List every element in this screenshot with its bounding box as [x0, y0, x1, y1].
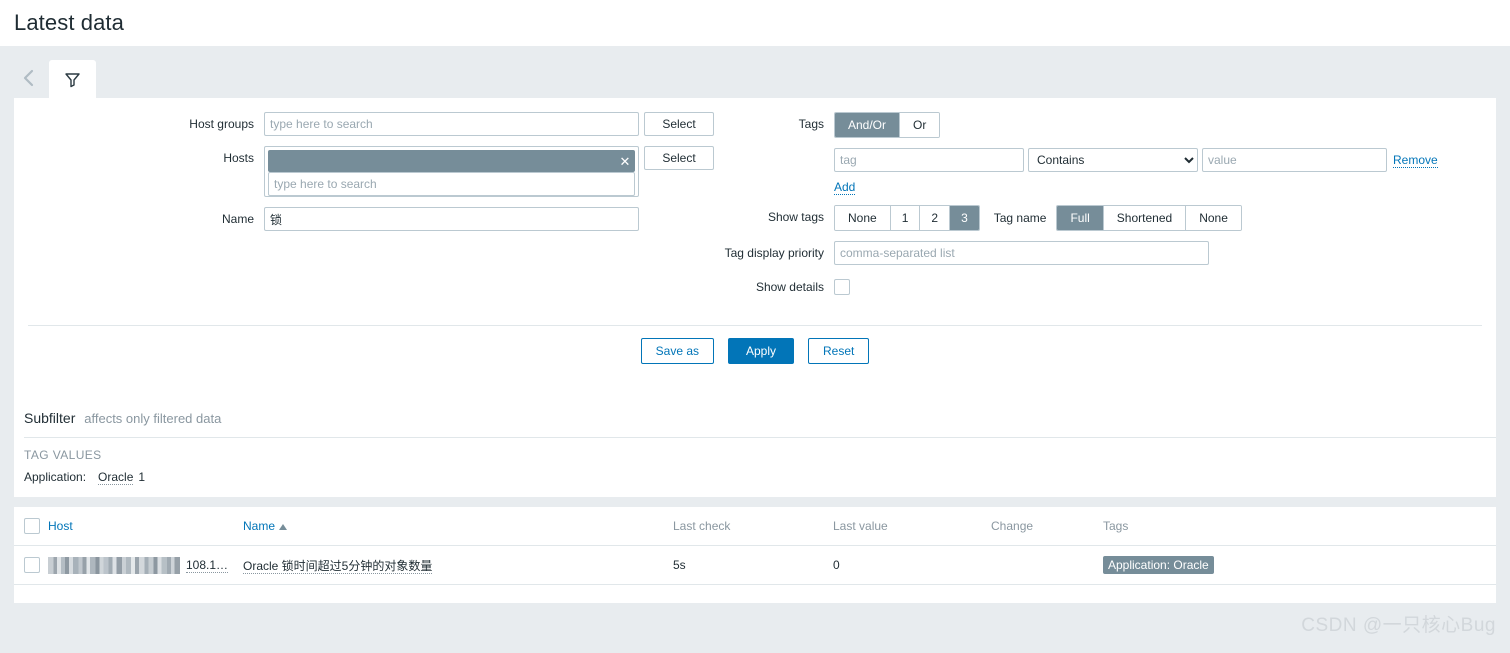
- show-tags-segmented[interactable]: None 1 2 3: [834, 205, 980, 231]
- row-select-cell: [14, 545, 48, 585]
- tag-name-input[interactable]: [834, 148, 1024, 172]
- row-host-link[interactable]: 108.1…: [186, 558, 229, 573]
- hosts-input[interactable]: [268, 172, 635, 196]
- tag-display-priority-label: Tag display priority: [724, 246, 824, 260]
- tag-operator-select[interactable]: Contains: [1028, 148, 1198, 172]
- tag-name-option-none[interactable]: None: [1186, 206, 1241, 230]
- column-header-change: Change: [991, 507, 1103, 546]
- show-tags-group: None 1 2 3 Tag name Full Shortened None: [834, 205, 1242, 231]
- show-tags-option-3[interactable]: 3: [950, 206, 979, 230]
- tag-add-link[interactable]: Add: [834, 180, 856, 195]
- funnel-icon: [64, 71, 81, 88]
- subfilter-note: affects only filtered data: [84, 411, 222, 426]
- show-tags-option-none[interactable]: None: [835, 206, 891, 230]
- show-details-label: Show details: [755, 280, 824, 294]
- field-show-details: Show details: [724, 275, 1496, 299]
- status-badge[interactable]: Application: Oracle: [1103, 556, 1214, 574]
- column-header-name[interactable]: Name: [243, 507, 673, 546]
- select-all-header: [14, 507, 48, 546]
- row-last-value: 0: [833, 545, 991, 585]
- row-host-cell: 108.1…: [48, 545, 243, 585]
- hosts-label: Hosts: [223, 151, 254, 165]
- subfilter-section: Subfilter affects only filtered data TAG…: [14, 398, 1496, 497]
- tag-name-segmented[interactable]: Full Shortened None: [1056, 205, 1242, 231]
- filter-action-buttons: Save as Apply Reset: [28, 325, 1482, 378]
- sort-asc-icon: [279, 523, 288, 530]
- column-header-tags: Tags: [1103, 507, 1496, 546]
- hosts-select-button[interactable]: Select: [644, 146, 714, 170]
- tags-label: Tags: [798, 117, 824, 131]
- name-input[interactable]: [264, 207, 639, 231]
- save-as-button[interactable]: Save as: [640, 338, 714, 364]
- tag-name-option-full[interactable]: Full: [1057, 206, 1104, 230]
- title-bar: Latest data: [0, 0, 1510, 46]
- row-tags-cell: Application: Oracle: [1103, 545, 1496, 585]
- filter-panel: Host groups Select Hosts ✕ Select: [14, 98, 1496, 398]
- tag-display-priority-input[interactable]: [834, 241, 1209, 265]
- apply-button[interactable]: Apply: [728, 338, 794, 364]
- field-tags: Tags And/Or Or Contains Remove: [724, 112, 1496, 195]
- column-header-host[interactable]: Host: [48, 507, 243, 546]
- close-icon[interactable]: ✕: [618, 154, 632, 168]
- show-tags-option-2[interactable]: 2: [920, 206, 951, 230]
- host-groups-label: Host groups: [189, 117, 254, 131]
- page-title: Latest data: [14, 10, 124, 35]
- row-change: [991, 545, 1103, 585]
- subfilter-row: Application: Oracle 1: [24, 470, 1496, 497]
- name-label: Name: [221, 212, 254, 226]
- tab-filter[interactable]: [49, 60, 96, 98]
- watermark: CSDN @一只核心Bug: [1301, 615, 1496, 636]
- subfilter-title: Subfilter: [24, 410, 76, 426]
- row-host-redacted: [48, 556, 180, 574]
- field-hosts: Hosts ✕ Select: [14, 146, 724, 197]
- tag-name-option-shortened[interactable]: Shortened: [1103, 206, 1187, 230]
- tags-evaltype-or[interactable]: Or: [900, 113, 940, 137]
- table-header-row: Host Name Last check Last value Change T…: [14, 507, 1496, 546]
- field-host-groups: Host groups Select: [14, 112, 724, 136]
- field-show-tags: Show tags None 1 2 3 Tag name Full Short…: [724, 205, 1496, 231]
- latest-data-page: Latest data Host groups Select: [0, 0, 1510, 653]
- row-item-name-link[interactable]: Oracle 锁时间超过5分钟的对象数量: [243, 558, 433, 574]
- tags-evaltype-andor[interactable]: And/Or: [835, 113, 901, 137]
- hosts-selected-chip[interactable]: ✕: [268, 150, 635, 172]
- show-details-checkbox[interactable]: [834, 279, 850, 295]
- subfilter-section-label: TAG VALUES: [24, 448, 102, 462]
- tags-field-group: And/Or Or Contains Remove Add: [834, 112, 1438, 195]
- subfilter-header: Subfilter affects only filtered data: [24, 410, 1496, 426]
- column-header-name-label: Name: [243, 519, 276, 533]
- select-all-checkbox[interactable]: [24, 518, 40, 534]
- chevron-left-icon[interactable]: [14, 58, 44, 98]
- row-last-check: 5s: [673, 545, 833, 585]
- subfilter-key: Application:: [24, 470, 87, 484]
- subfilter-count: 1: [138, 470, 146, 484]
- show-tags-label: Show tags: [767, 210, 824, 224]
- latest-data-table: Host Name Last check Last value Change T…: [14, 507, 1496, 603]
- subfilter-body: TAG VALUES Application: Oracle 1: [24, 437, 1496, 497]
- show-tags-option-1[interactable]: 1: [890, 206, 921, 230]
- column-header-last-check: Last check: [673, 507, 833, 546]
- tags-evaltype-segmented[interactable]: And/Or Or: [834, 112, 941, 138]
- host-groups-input[interactable]: [264, 112, 639, 136]
- filter-tab-strip: [0, 46, 1510, 98]
- filter-right-column: Tags And/Or Or Contains Remove: [724, 112, 1496, 309]
- subfilter-value-link[interactable]: Oracle: [98, 470, 134, 485]
- field-name: Name: [14, 207, 724, 231]
- table-row: 108.1… Oracle 锁时间超过5分钟的对象数量 5s 0 Applica…: [14, 545, 1496, 585]
- host-groups-select-button[interactable]: Select: [644, 112, 714, 136]
- tag-remove-link[interactable]: Remove: [1393, 153, 1438, 168]
- tag-value-input[interactable]: [1202, 148, 1387, 172]
- column-header-last-value: Last value: [833, 507, 991, 546]
- row-name-cell: Oracle 锁时间超过5分钟的对象数量: [243, 545, 673, 585]
- row-checkbox[interactable]: [24, 557, 40, 573]
- hosts-chip-redacted-text: [268, 150, 615, 172]
- filter-left-column: Host groups Select Hosts ✕ Select: [14, 112, 724, 309]
- tag-filter-row: Contains Remove: [834, 148, 1438, 172]
- tag-name-label: Tag name: [993, 211, 1047, 225]
- reset-button[interactable]: Reset: [808, 338, 870, 364]
- field-tag-display-priority: Tag display priority: [724, 241, 1496, 265]
- hosts-multiselect[interactable]: ✕: [264, 146, 639, 197]
